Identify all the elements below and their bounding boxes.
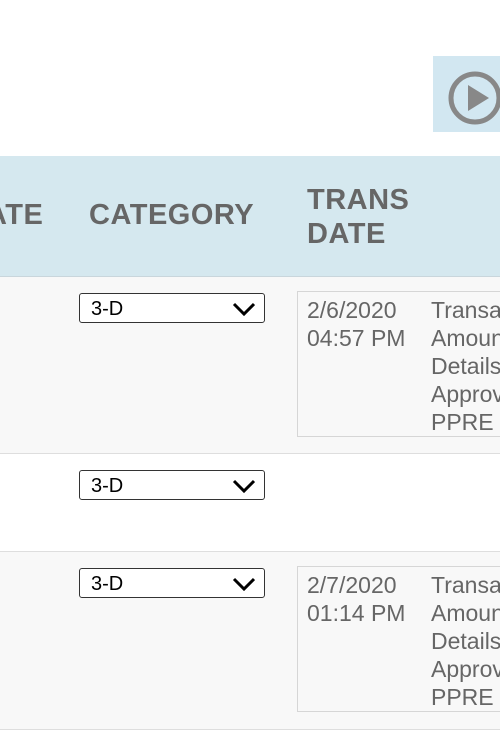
transaction-detail-line: Approv — [431, 656, 500, 682]
category-select-value: 3-D — [91, 298, 124, 320]
chevron-down-icon — [232, 577, 256, 591]
transaction-detail-line: Approv — [431, 381, 500, 407]
transaction-detail-line: Transa — [431, 297, 500, 323]
transaction-details: Transa Amoun Details Approv PPRE — [431, 296, 500, 436]
play-circle-icon — [448, 71, 500, 125]
transaction-box: 2/6/2020 04:57 PM Transa Amoun Details A… — [297, 291, 500, 437]
table-header: ATE CATEGORY TRANS DATE — [0, 156, 500, 277]
transaction-datetime: 2/6/2020 04:57 PM — [307, 296, 405, 352]
chevron-down-icon — [232, 479, 256, 493]
transaction-detail-line: PPRE — [431, 409, 494, 435]
transaction-detail-line: PPRE — [431, 684, 494, 710]
play-button[interactable] — [433, 56, 500, 132]
category-select-value: 3-D — [91, 475, 124, 497]
top-area — [0, 0, 500, 156]
table-row: 3-D — [0, 454, 500, 552]
transaction-date: 2/7/2020 — [307, 572, 397, 598]
column-header-category[interactable]: CATEGORY — [89, 198, 254, 232]
transaction-details: Transa Amoun Details Approv PPRE — [431, 571, 500, 711]
category-select[interactable]: 3-D — [79, 568, 265, 598]
column-header-trans-line1: TRANS — [307, 184, 410, 216]
transaction-datetime: 2/7/2020 01:14 PM — [307, 571, 405, 627]
transaction-detail-line: Details — [431, 628, 500, 654]
transaction-detail-line: Amoun — [431, 325, 500, 351]
table-row: 3-D 2/7/2020 01:14 PM Transa Amoun Detai… — [0, 552, 500, 730]
category-select[interactable]: 3-D — [79, 470, 265, 500]
column-header-trans-date[interactable]: TRANS DATE — [307, 183, 409, 251]
transaction-detail-line: Amoun — [431, 600, 500, 626]
transaction-detail-line: Transa — [431, 572, 500, 598]
column-header-date[interactable]: ATE — [0, 198, 43, 232]
column-header-trans-line2: DATE — [307, 218, 386, 250]
transaction-time: 01:14 PM — [307, 600, 406, 626]
transaction-date: 2/6/2020 — [307, 297, 397, 323]
category-select-value: 3-D — [91, 573, 124, 595]
transaction-detail-line: Details — [431, 353, 500, 379]
category-select[interactable]: 3-D — [79, 293, 265, 323]
table-row: 3-D 2/6/2020 04:57 PM Transa Amoun Detai… — [0, 277, 500, 454]
chevron-down-icon — [232, 302, 256, 316]
transaction-time: 04:57 PM — [307, 325, 406, 351]
transaction-box: 2/7/2020 01:14 PM Transa Amoun Details A… — [297, 566, 500, 712]
